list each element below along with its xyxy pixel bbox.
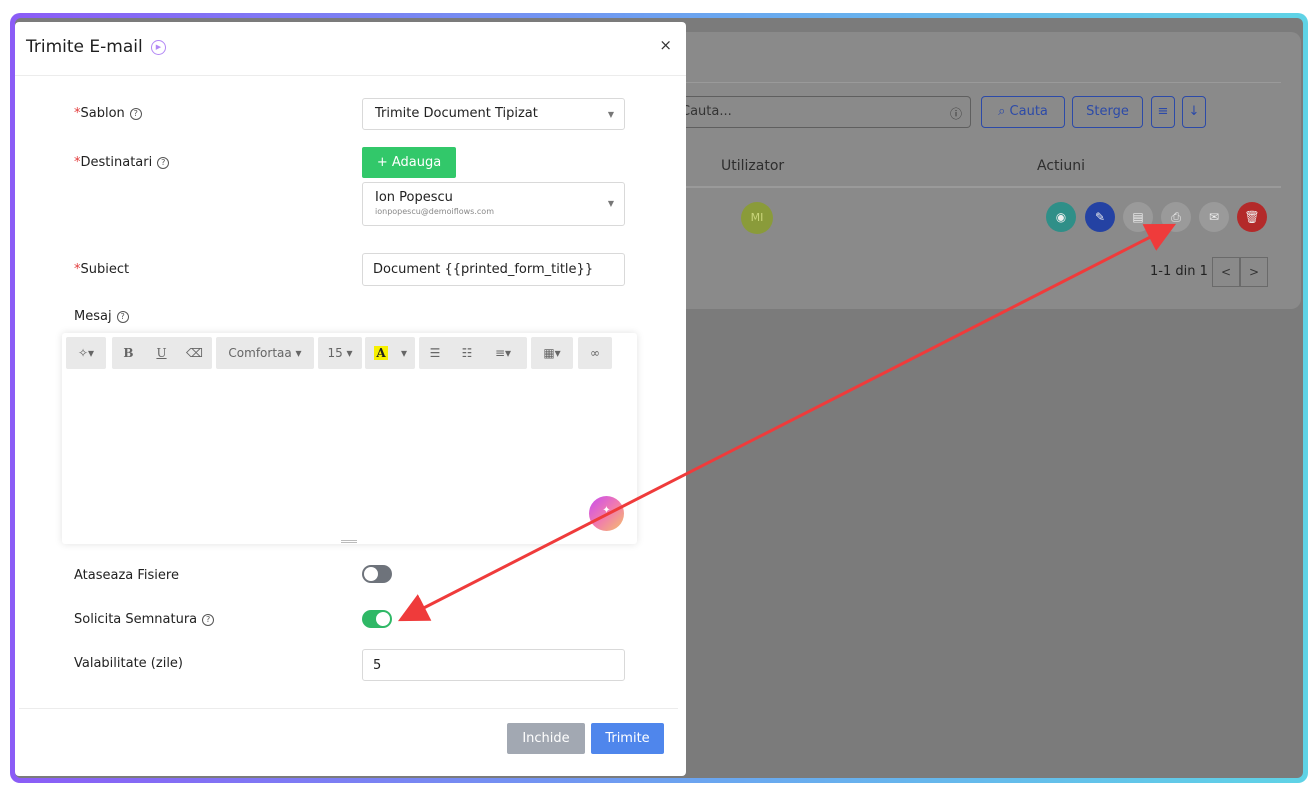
pagination-info: 1-1 din 1	[1150, 264, 1208, 279]
attach-files-toggle[interactable]	[362, 565, 392, 583]
toggle-knob	[364, 567, 378, 581]
request-signature-label: Solicita Semnatura?	[74, 612, 215, 627]
send-email-modal: Trimite E-mail ▶ × *Sablon? Trimite Docu…	[15, 22, 686, 776]
validity-label: Valabilitate (zile)	[74, 656, 183, 671]
chevron-down-icon: ▼	[607, 110, 614, 119]
message-editor: ✧▾ B U ⌫ Comfortaa ▾ 15 ▾ A ▾ ☰ ☷ ≡▾ ▦▾ ∞	[62, 333, 637, 544]
chevron-down-icon: ▼	[607, 199, 614, 208]
eraser-icon[interactable]: ⌫	[178, 337, 211, 369]
modal-header: Trimite E-mail ▶ ×	[15, 22, 686, 76]
delete-icon[interactable]: 🗑	[1237, 202, 1267, 232]
editor-content-area[interactable]	[62, 371, 637, 539]
format-group: B U ⌫	[112, 337, 212, 369]
help-icon: ⓘ	[949, 107, 962, 121]
background-search-input[interactable]: Cauta... ⓘ	[675, 96, 971, 128]
font-size-select[interactable]: 15 ▾	[318, 337, 362, 369]
background-search-button[interactable]: ⌕ Cauta	[981, 96, 1065, 128]
pdf-icon[interactable]: ▤	[1123, 202, 1153, 232]
close-button[interactable]: Inchide	[507, 723, 585, 754]
avatar: MI	[741, 202, 773, 234]
paragraph-group: ☰ ☷ ≡▾	[419, 337, 527, 369]
text-color-button[interactable]: A ▾	[365, 337, 415, 369]
subject-input[interactable]: Document {{printed_form_title}}	[362, 253, 625, 286]
numbered-list-icon[interactable]: ☷	[451, 337, 483, 369]
font-family-select[interactable]: Comfortaa ▾	[216, 337, 314, 369]
help-icon: ?	[157, 157, 170, 169]
align-icon[interactable]: ≡▾	[483, 337, 523, 369]
close-icon[interactable]: ×	[659, 36, 672, 54]
help-icon: ?	[202, 614, 215, 626]
play-icon[interactable]: ▶	[151, 40, 166, 55]
help-icon: ?	[116, 311, 129, 323]
chevron-down-icon: ▾	[400, 346, 408, 360]
magic-wand-icon[interactable]: ✧▾	[66, 337, 106, 369]
print-icon[interactable]: ⎙	[1161, 202, 1191, 232]
filter-icon[interactable]: ≡	[1151, 96, 1175, 128]
ai-assistant-icon[interactable]: ✦	[589, 496, 624, 531]
background-clear-button[interactable]: Sterge	[1072, 96, 1143, 128]
template-select[interactable]: Trimite Document Tipizat ▼	[362, 98, 625, 130]
download-icon[interactable]: ↓	[1182, 96, 1206, 128]
validity-input[interactable]: 5	[362, 649, 625, 681]
bullet-list-icon[interactable]: ☰	[419, 337, 451, 369]
modal-footer-divider	[19, 708, 678, 709]
table-header-divider	[675, 186, 1281, 188]
email-icon[interactable]: ✉	[1199, 202, 1229, 232]
subject-label: *Subiect	[74, 262, 130, 277]
view-icon[interactable]: ◉	[1046, 202, 1076, 232]
recipient-email: ionpopescu@demoiflows.com	[375, 207, 494, 216]
recipients-label: *Destinatari?	[74, 155, 170, 170]
help-icon: ?	[129, 108, 142, 120]
link-icon[interactable]: ∞	[578, 337, 612, 369]
column-header-user: Utilizator	[721, 158, 785, 174]
recipient-select[interactable]: Ion Popescu ionpopescu@demoiflows.com ▼	[362, 182, 625, 226]
search-icon: ⌕	[998, 104, 1010, 119]
attach-files-label: Ataseaza Fisiere	[74, 568, 179, 583]
message-label: Mesaj?	[74, 309, 129, 324]
toggle-knob	[376, 612, 390, 626]
add-recipient-button[interactable]: + Adauga	[362, 147, 456, 178]
background-divider	[675, 82, 1281, 83]
underline-button[interactable]: U	[145, 337, 178, 369]
request-signature-toggle[interactable]	[362, 610, 392, 628]
send-button[interactable]: Trimite	[591, 723, 664, 754]
prev-page-button[interactable]: <	[1212, 257, 1240, 287]
table-icon[interactable]: ▦▾	[531, 337, 573, 369]
editor-toolbar: ✧▾ B U ⌫ Comfortaa ▾ 15 ▾ A ▾ ☰ ☷ ≡▾ ▦▾ ∞	[62, 333, 612, 370]
modal-title: Trimite E-mail	[26, 37, 143, 57]
resize-handle[interactable]	[341, 540, 357, 543]
template-label: *Sablon?	[74, 106, 142, 121]
recipient-name: Ion Popescu	[375, 190, 453, 205]
bold-button[interactable]: B	[112, 337, 145, 369]
next-page-button[interactable]: >	[1240, 257, 1268, 287]
edit-icon[interactable]: ✎	[1085, 202, 1115, 232]
column-header-actions: Actiuni	[1037, 158, 1086, 174]
